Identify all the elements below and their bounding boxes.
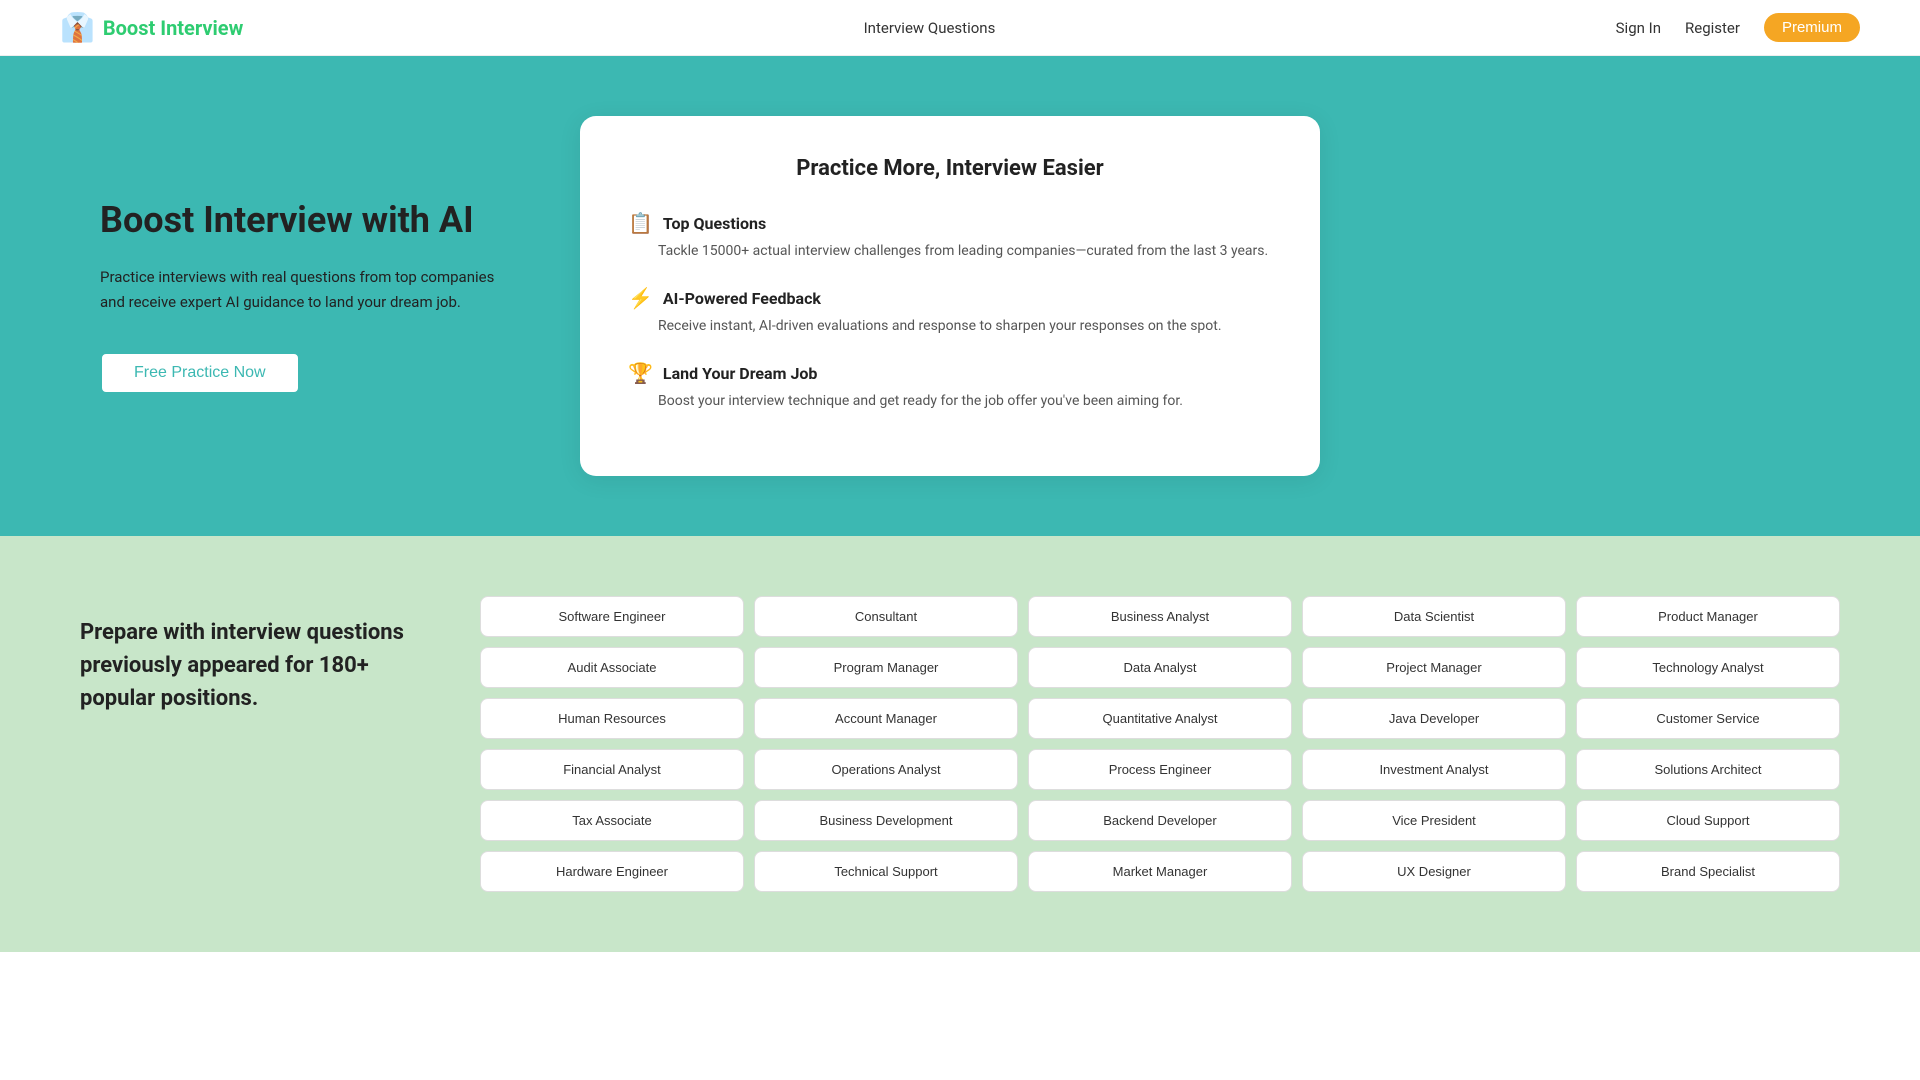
feature-dream-job: 🏆 Land Your Dream Job Boost your intervi…	[628, 361, 1272, 412]
position-btn[interactable]: Quantitative Analyst	[1028, 698, 1292, 739]
positions-heading: Prepare with interview questions previou…	[80, 616, 420, 715]
position-btn[interactable]: Tax Associate	[480, 800, 744, 841]
hero-description: Practice interviews with real questions …	[100, 265, 520, 316]
register-link[interactable]: Register	[1685, 19, 1740, 37]
position-btn[interactable]: Business Development	[754, 800, 1018, 841]
position-btn[interactable]: Technology Analyst	[1576, 647, 1840, 688]
navbar: 👔 Boost Interview Interview Questions Si…	[0, 0, 1920, 56]
position-btn[interactable]: Product Manager	[1576, 596, 1840, 637]
feature-top-questions: 📋 Top Questions Tackle 15000+ actual int…	[628, 211, 1272, 262]
signin-link[interactable]: Sign In	[1616, 19, 1661, 37]
position-btn[interactable]: Vice President	[1302, 800, 1566, 841]
position-btn[interactable]: Technical Support	[754, 851, 1018, 892]
premium-button[interactable]: Premium	[1764, 13, 1860, 42]
dream-job-icon: 🏆	[628, 361, 653, 385]
ai-feedback-desc: Receive instant, AI-driven evaluations a…	[658, 316, 1272, 337]
position-btn[interactable]: Program Manager	[754, 647, 1018, 688]
position-btn[interactable]: Data Analyst	[1028, 647, 1292, 688]
card-heading: Practice More, Interview Easier	[628, 156, 1272, 181]
position-btn[interactable]: Brand Specialist	[1576, 851, 1840, 892]
top-questions-title: Top Questions	[663, 214, 766, 233]
positions-grid: Software EngineerConsultantBusiness Anal…	[480, 596, 1840, 892]
position-btn[interactable]: Human Resources	[480, 698, 744, 739]
position-btn[interactable]: Solutions Architect	[1576, 749, 1840, 790]
position-btn[interactable]: Process Engineer	[1028, 749, 1292, 790]
position-btn[interactable]: Financial Analyst	[480, 749, 744, 790]
hero-title: Boost Interview with AI	[100, 199, 520, 241]
positions-section: Prepare with interview questions previou…	[0, 536, 1920, 952]
interview-questions-link[interactable]: Interview Questions	[864, 19, 996, 37]
position-btn[interactable]: Audit Associate	[480, 647, 744, 688]
hero-card: Practice More, Interview Easier 📋 Top Qu…	[580, 116, 1320, 476]
logo-text: Boost Interview	[103, 16, 243, 40]
position-btn[interactable]: Market Manager	[1028, 851, 1292, 892]
position-btn[interactable]: Software Engineer	[480, 596, 744, 637]
position-btn[interactable]: Account Manager	[754, 698, 1018, 739]
navbar-center: Interview Questions	[864, 18, 996, 37]
tie-icon: 👔	[60, 11, 95, 44]
top-questions-icon: 📋	[628, 211, 653, 235]
logo[interactable]: 👔 Boost Interview	[60, 11, 243, 44]
position-btn[interactable]: Business Analyst	[1028, 596, 1292, 637]
position-btn[interactable]: Cloud Support	[1576, 800, 1840, 841]
positions-left: Prepare with interview questions previou…	[80, 596, 420, 715]
position-btn[interactable]: Java Developer	[1302, 698, 1566, 739]
position-btn[interactable]: Investment Analyst	[1302, 749, 1566, 790]
hero-left: Boost Interview with AI Practice intervi…	[100, 199, 520, 394]
position-btn[interactable]: Consultant	[754, 596, 1018, 637]
ai-feedback-icon: ⚡	[628, 286, 653, 310]
position-btn[interactable]: Backend Developer	[1028, 800, 1292, 841]
position-btn[interactable]: UX Designer	[1302, 851, 1566, 892]
dream-job-desc: Boost your interview technique and get r…	[658, 391, 1272, 412]
position-btn[interactable]: Hardware Engineer	[480, 851, 744, 892]
hero-section: Boost Interview with AI Practice intervi…	[0, 56, 1920, 536]
feature-ai-feedback: ⚡ AI-Powered Feedback Receive instant, A…	[628, 286, 1272, 337]
position-btn[interactable]: Project Manager	[1302, 647, 1566, 688]
free-practice-button[interactable]: Free Practice Now	[100, 352, 300, 394]
navbar-right: Sign In Register Premium	[1616, 13, 1860, 42]
position-btn[interactable]: Customer Service	[1576, 698, 1840, 739]
position-btn[interactable]: Operations Analyst	[754, 749, 1018, 790]
dream-job-title: Land Your Dream Job	[663, 364, 818, 383]
ai-feedback-title: AI-Powered Feedback	[663, 289, 821, 308]
top-questions-desc: Tackle 15000+ actual interview challenge…	[658, 241, 1272, 262]
position-btn[interactable]: Data Scientist	[1302, 596, 1566, 637]
